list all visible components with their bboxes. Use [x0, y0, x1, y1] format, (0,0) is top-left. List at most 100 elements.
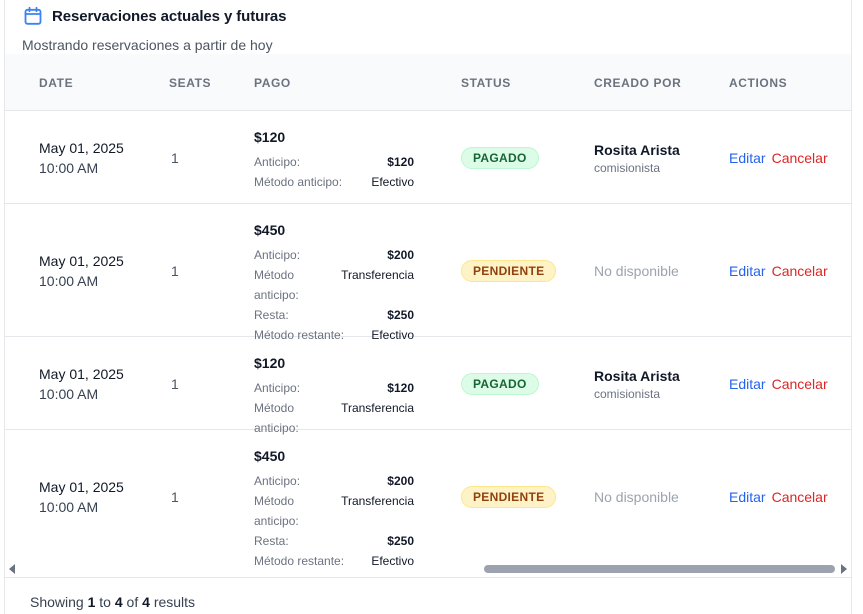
pago-line: Método anticipo: Transferencia [254, 265, 414, 305]
status-badge: PENDIENTE [461, 259, 557, 282]
pago-line: Resta: $250 [254, 305, 414, 325]
column-header-actions[interactable]: ACTIONS [729, 76, 787, 90]
reservation-time: 10:00 AM [39, 385, 99, 402]
pago-line-label: Anticipo: [254, 474, 301, 488]
table-row: May 01, 2025 10:00 AM 1 $450 Anticipo: $200 Mé… [5, 430, 851, 568]
cancel-button[interactable]: Cancelar [772, 150, 828, 166]
pago-line-value: $250 [387, 534, 414, 548]
pago-line-label: Resta: [254, 308, 289, 322]
table-row: May 01, 2025 10:00 AM 1 $120 Anticipo: $120 Mé… [5, 111, 851, 204]
column-header-creado-por[interactable]: CREADO POR [594, 76, 681, 90]
table-footer: Showing 1 to 4 of 4 results [5, 577, 851, 614]
pago-line: Método anticipo: Transferencia [254, 491, 414, 531]
pago-cell: $120 Anticipo: $120 Método anticipo: Efectiv… [254, 128, 414, 192]
seats-value: 1 [171, 375, 179, 392]
pagination-summary: Showing 1 to 4 of 4 results [30, 594, 196, 610]
pago-line-value: Transferencia [341, 494, 414, 508]
pagination-total: 4 [142, 594, 150, 610]
seats-value: 1 [171, 488, 179, 505]
actions-cell: Editar Cancelar [729, 489, 828, 507]
pago-line-value: $200 [387, 474, 414, 488]
edit-button[interactable]: Editar [729, 376, 766, 392]
pago-line-value: $250 [387, 308, 414, 322]
scrollbar-thumb[interactable] [484, 565, 835, 573]
cancel-button[interactable]: Cancelar [772, 376, 828, 392]
status-cell: PAGADO [461, 146, 539, 169]
pago-total: $450 [254, 448, 286, 464]
status-badge: PAGADO [461, 146, 539, 169]
table-header: DATE SEATS PAGO STATUS CREADO POR ACTION… [5, 54, 851, 111]
edit-button[interactable]: Editar [729, 150, 766, 166]
pago-line-label: Anticipo: [254, 155, 301, 169]
reservation-time: 10:00 AM [39, 272, 99, 289]
scrollbar-track[interactable] [21, 564, 835, 574]
page-title: Reservaciones actuales y futuras [52, 7, 287, 25]
creator-name: Rosita Arista [594, 141, 680, 158]
creator-role: comisionista [594, 386, 661, 401]
column-header-seats[interactable]: SEATS [169, 76, 211, 90]
cancel-button[interactable]: Cancelar [772, 263, 828, 279]
reservation-time: 10:00 AM [39, 159, 99, 176]
edit-button[interactable]: Editar [729, 489, 766, 505]
creator-unavailable: No disponible [594, 488, 679, 505]
pago-line-label: Método anticipo: [254, 494, 299, 528]
pago-total: $450 [254, 222, 286, 238]
edit-button[interactable]: Editar [729, 263, 766, 279]
pagination-from: 1 [87, 594, 96, 610]
seats-value: 1 [171, 149, 179, 166]
pago-cell: $450 Anticipo: $200 Método anticipo: Transfe… [254, 221, 414, 345]
status-badge: PENDIENTE [461, 485, 557, 508]
date-cell: May 01, 2025 10:00 AM [39, 364, 124, 404]
pago-cell: $120 Anticipo: $120 Método anticipo: Transfe… [254, 354, 414, 438]
pago-total: $120 [254, 129, 286, 145]
calendar-icon [23, 6, 43, 26]
horizontal-scrollbar[interactable] [5, 561, 851, 577]
status-cell: PENDIENTE [461, 485, 557, 508]
reservation-date: May 01, 2025 [39, 478, 124, 495]
creator-name: Rosita Arista [594, 367, 680, 384]
pago-line-label: Anticipo: [254, 381, 301, 395]
scroll-left-arrow-icon[interactable] [9, 564, 15, 574]
date-cell: May 01, 2025 10:00 AM [39, 477, 124, 517]
actions-cell: Editar Cancelar [729, 263, 828, 281]
cancel-button[interactable]: Cancelar [772, 489, 828, 505]
pago-total: $120 [254, 355, 286, 371]
pago-line-label: Método anticipo: [254, 268, 299, 302]
pago-line: Anticipo: $200 [254, 245, 414, 265]
creator-cell: No disponible [594, 489, 679, 505]
pago-line: Anticipo: $200 [254, 471, 414, 491]
pago-cell: $450 Anticipo: $200 Método anticipo: Transfe… [254, 447, 414, 571]
table-row: May 01, 2025 10:00 AM 1 $120 Anticipo: $120 Mé… [5, 337, 851, 435]
pago-line: Anticipo: $120 [254, 152, 414, 172]
creator-role: comisionista [594, 160, 661, 175]
creator-cell: Rosita Arista comisionista [594, 367, 680, 403]
creator-unavailable: No disponible [594, 262, 679, 279]
column-header-status[interactable]: STATUS [461, 76, 511, 90]
reservation-time: 10:00 AM [39, 498, 99, 515]
pago-line-value: $200 [387, 248, 414, 262]
actions-cell: Editar Cancelar [729, 150, 828, 168]
status-badge: PAGADO [461, 372, 539, 395]
pago-line-value: $120 [387, 381, 414, 395]
creator-cell: Rosita Arista comisionista [594, 141, 680, 177]
pago-line: Método anticipo: Efectivo [254, 172, 414, 192]
reservation-date: May 01, 2025 [39, 365, 124, 382]
pago-line-value: Efectivo [371, 175, 414, 189]
creator-cell: No disponible [594, 263, 679, 279]
column-header-pago[interactable]: PAGO [254, 76, 291, 90]
actions-cell: Editar Cancelar [729, 376, 828, 394]
pago-line-label: Método anticipo: [254, 175, 343, 189]
seats-value: 1 [171, 262, 179, 279]
pago-line: Resta: $250 [254, 531, 414, 551]
date-cell: May 01, 2025 10:00 AM [39, 251, 124, 291]
pago-line: Anticipo: $120 [254, 378, 414, 398]
scroll-right-arrow-icon[interactable] [841, 564, 847, 574]
pago-line-label: Resta: [254, 534, 289, 548]
panel-header: Reservaciones actuales y futuras [23, 6, 287, 26]
pago-line-value: $120 [387, 155, 414, 169]
date-cell: May 01, 2025 10:00 AM [39, 138, 124, 178]
reservation-date: May 01, 2025 [39, 252, 124, 269]
pagination-to: 4 [114, 594, 123, 610]
reservations-panel: Reservaciones actuales y futuras Mostran… [4, 0, 852, 614]
column-header-date[interactable]: DATE [39, 76, 73, 90]
